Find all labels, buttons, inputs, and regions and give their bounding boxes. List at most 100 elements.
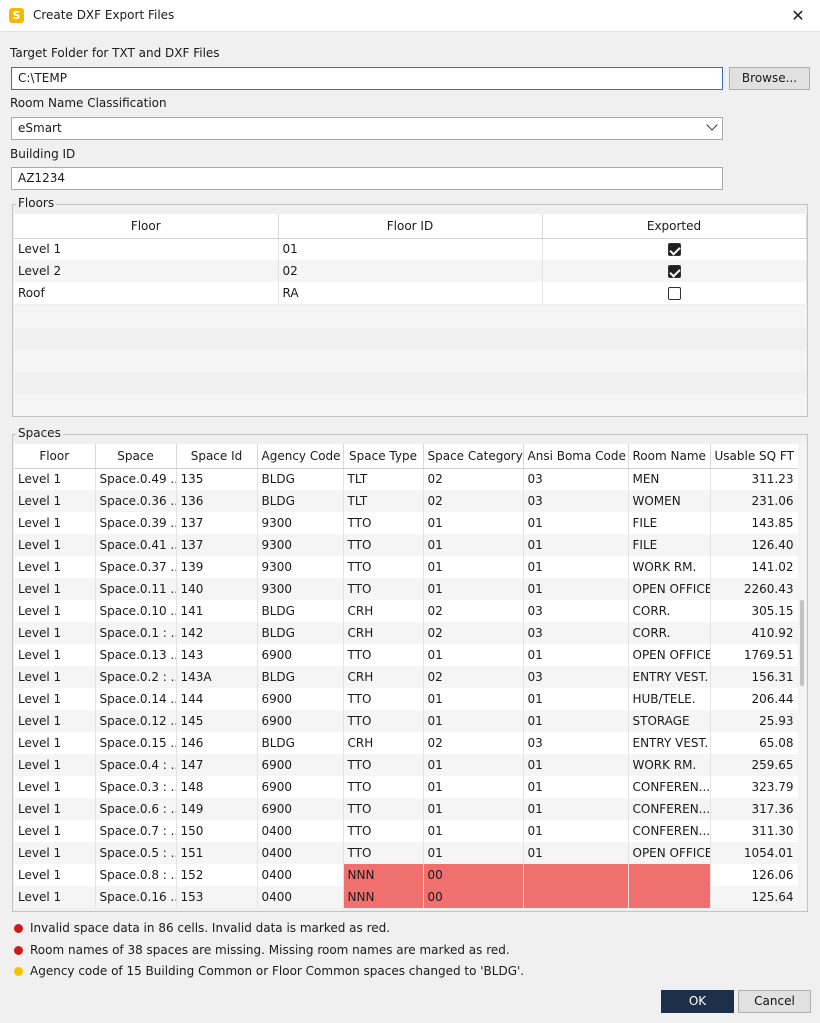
room-name-cell: WOMEN [628, 490, 711, 512]
space-type-cell: CRH [343, 666, 424, 688]
exported-cell [542, 282, 807, 304]
ansi-boma-code-cell: 01 [523, 688, 629, 710]
scrollbar-thumb[interactable] [800, 600, 804, 686]
space-id-cell: 139 [176, 556, 258, 578]
table-row[interactable]: Level 1 Space.0.10 ... 141 BLDG CRH 02 03 CORR.… [14, 600, 799, 622]
close-icon[interactable]: ✕ [786, 4, 810, 28]
spaces-scrollbar[interactable] [798, 444, 806, 910]
usable-sq-ft-cell: 1054.01 [710, 842, 799, 864]
floors-table: Floor Floor ID Exported Level 1 01 Level… [14, 214, 807, 304]
floor-id-cell[interactable]: 02 [278, 260, 543, 282]
ok-button[interactable]: OK [661, 990, 734, 1013]
space-id-cell: 141 [176, 600, 258, 622]
column-header-floor-id[interactable]: Floor ID [278, 214, 543, 239]
space-type-cell: TTO [343, 556, 424, 578]
spaces-group-title: Spaces [16, 426, 63, 440]
app-logo-icon: S [9, 8, 24, 23]
exported-checkbox[interactable] [667, 265, 681, 278]
exported-checkbox[interactable] [667, 243, 681, 257]
space-type-cell: TLT [343, 490, 424, 512]
floor-cell: Level 1 [14, 710, 96, 732]
table-row[interactable]: Level 1 Space.0.36 ... 136 BLDG TLT 02 03 WOMEN… [14, 490, 799, 512]
table-row[interactable]: Level 1 Space.0.13 ... 143 6900 TTO 01 01 OPEN … [14, 644, 799, 666]
table-row[interactable]: Level 1 Space.0.11 ... 140 9300 TTO 01 01 OPEN … [14, 578, 799, 600]
table-row[interactable]: Level 1 Space.0.41 ... 137 9300 TTO 01 01 FILE 1… [14, 534, 799, 556]
floor-cell: Level 1 [14, 578, 96, 600]
table-row[interactable]: Level 1 Space.0.39 ... 137 9300 TTO 01 01 FILE 1… [14, 512, 799, 534]
space-category-cell: 02 [423, 732, 524, 754]
column-header-room-name[interactable]: Room Name [628, 444, 711, 469]
floors-empty-row [14, 306, 806, 328]
table-row[interactable]: Level 1 Space.0.3 : ... 148 6900 TTO 01 01 CONF… [14, 776, 799, 798]
classification-value: eSmart [18, 121, 62, 135]
space-id-cell: 143A [176, 666, 258, 688]
floor-row[interactable]: Level 2 02 [14, 260, 807, 282]
column-header-ansi-boma-code[interactable]: Ansi Boma Code [523, 444, 629, 469]
table-row[interactable]: Level 1 Space.0.14 ... 144 6900 TTO 01 01 HUB/T… [14, 688, 799, 710]
ansi-boma-code-cell: 03 [523, 490, 629, 512]
ansi-boma-code-cell: 01 [523, 512, 629, 534]
floor-row[interactable]: Roof RA [14, 282, 807, 304]
table-row[interactable]: Level 1 Space.0.8 : ... 152 0400 NNN 00 126.06 [14, 864, 799, 886]
table-row[interactable]: Level 1 Space.0.49 ... 135 BLDG TLT 02 03 MEN 31… [14, 468, 799, 490]
agency-code-cell: 0400 [257, 820, 344, 842]
usable-sq-ft-cell: 143.85 [710, 512, 799, 534]
space-type-cell: NNN [343, 886, 424, 908]
floor-cell: Level 1 [14, 732, 96, 754]
classification-select[interactable]: eSmart [11, 117, 723, 140]
space-cell: Space.0.39 ... [95, 512, 177, 534]
space-category-cell: 01 [423, 534, 524, 556]
column-header-space-type[interactable]: Space Type [343, 444, 424, 469]
space-id-cell: 147 [176, 754, 258, 776]
room-name-cell: MEN [628, 468, 711, 490]
exported-cell [542, 238, 807, 260]
ansi-boma-code-cell: 03 [523, 600, 629, 622]
message-text: Invalid space data in 86 cells. Invalid … [30, 921, 391, 935]
column-header-floor[interactable]: Floor [14, 444, 96, 469]
floor-row[interactable]: Level 1 01 [14, 238, 807, 260]
agency-code-cell: 6900 [257, 776, 344, 798]
exported-checkbox[interactable] [667, 287, 681, 300]
column-header-space-category[interactable]: Space Category [423, 444, 524, 469]
table-row[interactable]: Level 1 Space.0.12 ... 145 6900 TTO 01 01 STORA… [14, 710, 799, 732]
column-header-floor[interactable]: Floor [14, 214, 279, 239]
space-id-cell: 136 [176, 490, 258, 512]
table-row[interactable]: Level 1 Space.0.2 : ... 143A BLDG CRH 02 03 ENT… [14, 666, 799, 688]
usable-sq-ft-cell: 65.08 [710, 732, 799, 754]
room-name-cell: ENTRY VEST. [628, 732, 711, 754]
ansi-boma-code-cell: 03 [523, 468, 629, 490]
target-folder-input[interactable]: C:\TEMP [11, 67, 723, 90]
usable-sq-ft-cell: 141.02 [710, 556, 799, 578]
table-row[interactable]: Level 1 Space.0.16 ... 153 0400 NNN 00 125.64 [14, 886, 799, 908]
column-header-space[interactable]: Space [95, 444, 177, 469]
table-row[interactable]: Level 1 Space.0.5 : ... 151 0400 TTO 01 01 OPEN… [14, 842, 799, 864]
floor-id-cell[interactable]: 01 [278, 238, 543, 260]
table-row[interactable]: Level 1 Space.0.4 : ... 147 6900 TTO 01 01 WORK… [14, 754, 799, 776]
floor-id-cell[interactable]: RA [278, 282, 543, 304]
agency-code-cell: 9300 [257, 578, 344, 600]
table-row[interactable]: Level 1 Space.0.6 : ... 149 6900 TTO 01 01 CONF… [14, 798, 799, 820]
ansi-boma-code-cell: 01 [523, 798, 629, 820]
warning-dot-icon [14, 967, 23, 976]
space-id-cell: 153 [176, 886, 258, 908]
ansi-boma-code-cell: 01 [523, 754, 629, 776]
space-id-cell: 144 [176, 688, 258, 710]
exported-cell [542, 260, 807, 282]
column-header-agency-code[interactable]: Agency Code [257, 444, 344, 469]
browse-button[interactable]: Browse... [729, 67, 810, 90]
building-id-input[interactable]: AZ1234 [11, 167, 723, 190]
table-row[interactable]: Level 1 Space.0.37 ... 139 9300 TTO 01 01 WORK … [14, 556, 799, 578]
agency-code-cell: 0400 [257, 886, 344, 908]
column-header-usable-sq-ft[interactable]: Usable SQ FT [710, 444, 799, 469]
column-header-exported[interactable]: Exported [542, 214, 807, 239]
space-type-cell: TTO [343, 644, 424, 666]
table-row[interactable]: Level 1 Space.0.1 : ... 142 BLDG CRH 02 03 CORR… [14, 622, 799, 644]
space-type-cell: TTO [343, 512, 424, 534]
table-row[interactable]: Level 1 Space.0.7 : ... 150 0400 TTO 01 01 CONF… [14, 820, 799, 842]
table-row[interactable]: Level 1 Space.0.15 ... 146 BLDG CRH 02 03 ENTRY… [14, 732, 799, 754]
floor-cell: Level 1 [14, 886, 96, 908]
room-name-cell: OPEN OFFICE [628, 578, 711, 600]
column-header-space-id[interactable]: Space Id [176, 444, 258, 469]
message-agency-code: Agency code of 15 Building Common or Flo… [14, 964, 524, 978]
cancel-button[interactable]: Cancel [738, 990, 811, 1013]
